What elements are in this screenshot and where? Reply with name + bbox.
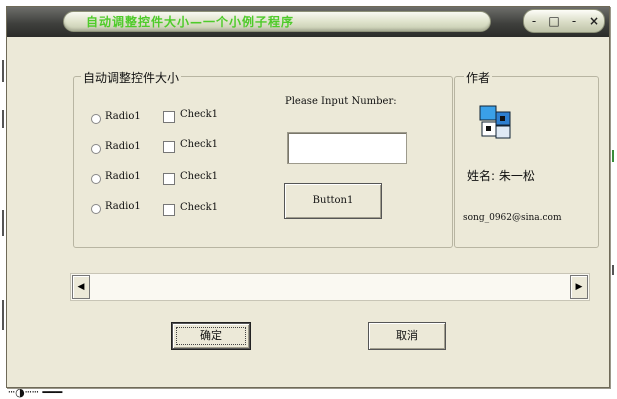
number-prompt-label: Please Input Number: — [285, 96, 397, 107]
radio-label: Radio1 — [105, 201, 141, 212]
radio-label: Radio1 — [105, 141, 141, 152]
scroll-right-button[interactable]: ▶ — [570, 275, 588, 299]
checkbox-label: Check1 — [180, 109, 219, 120]
background-mark — [2, 210, 4, 236]
radio-button[interactable] — [91, 174, 101, 184]
checkbox-label: Check1 — [180, 171, 219, 182]
checkbox[interactable] — [163, 173, 175, 185]
radio-button[interactable] — [91, 204, 101, 214]
background-mark — [2, 300, 4, 330]
checkbox-label: Check1 — [180, 202, 219, 213]
radio-label: Radio1 — [105, 171, 141, 182]
radio-button[interactable] — [91, 114, 101, 124]
window-title: 自动调整控件大小—一个小例子程序 — [86, 15, 295, 29]
title-pill: 自动调整控件大小—一个小例子程序 — [63, 11, 491, 32]
autosize-group-legend: 自动调整控件大小 — [81, 69, 182, 86]
background-mark — [2, 110, 4, 128]
maximize-button[interactable]: □ — [544, 12, 564, 30]
radio-label: Radio1 — [105, 111, 141, 122]
radio-button[interactable] — [91, 144, 101, 154]
scroll-left-button[interactable]: ◀ — [72, 275, 90, 299]
background-mark — [2, 60, 4, 82]
button1[interactable]: Button1 — [284, 183, 382, 219]
author-email: song_0962@sina.com — [463, 213, 562, 223]
stacked-blocks-icon — [479, 105, 511, 139]
cancel-button[interactable]: 取消 — [368, 322, 446, 350]
dialog-window: 自动调整控件大小—一个小例子程序 - □ - × 自动调整控件大小 Radio1… — [6, 6, 610, 388]
arrow-right-icon: ▶ — [575, 282, 583, 292]
number-input[interactable] — [287, 132, 407, 164]
background-text: ⵈ◑ⵈⵈ ━━━ — [8, 386, 63, 399]
author-group-legend: 作者 — [464, 69, 493, 86]
background-mark — [612, 150, 614, 162]
ok-button-label: 确定 — [200, 329, 222, 342]
ok-button[interactable]: 确定 — [172, 323, 250, 349]
horizontal-scrollbar[interactable]: ◀ ▶ — [70, 273, 590, 301]
checkbox-label: Check1 — [180, 139, 219, 150]
restore-button[interactable]: - — [564, 12, 584, 30]
checkbox[interactable] — [163, 141, 175, 153]
checkbox[interactable] — [163, 204, 175, 216]
title-bar[interactable]: 自动调整控件大小—一个小例子程序 - □ - × — [7, 7, 609, 37]
minimize-button[interactable]: - — [524, 12, 544, 30]
author-name: 姓名: 朱一松 — [467, 169, 535, 183]
arrow-left-icon: ◀ — [77, 282, 85, 292]
background-mark — [612, 265, 614, 275]
window-controls: - □ - × — [523, 9, 605, 33]
close-button[interactable]: × — [584, 12, 604, 30]
checkbox[interactable] — [163, 111, 175, 123]
